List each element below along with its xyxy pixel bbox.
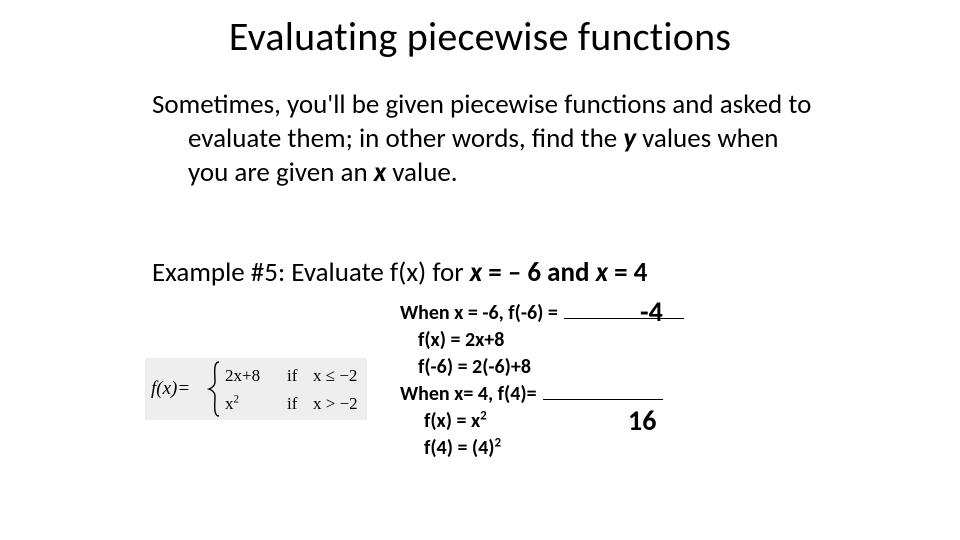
- ex-x1: x: [470, 256, 482, 289]
- brace-icon: [207, 360, 225, 418]
- piece-1: 2x+8 if x ≤ −2: [225, 366, 357, 386]
- intro-x: x: [374, 156, 386, 189]
- work-l6-sup: 2: [495, 435, 502, 450]
- piece-1-cond: x ≤ −2: [313, 366, 357, 386]
- work-line-1: When x = -6, f(-6) =: [400, 300, 830, 327]
- blank-2: [543, 381, 663, 400]
- piece-1-if: if: [287, 366, 303, 386]
- blank-1: [564, 300, 684, 319]
- page-title: Evaluating piecewise functions: [0, 12, 960, 61]
- work-line-4: When x= 4, f(4)=: [400, 381, 830, 408]
- intro-y: y: [623, 122, 636, 155]
- example-line: Example #5: Evaluate f(x) for x = – 6 an…: [152, 256, 852, 289]
- ex-x2: x: [596, 256, 608, 289]
- piece-2-sup: 2: [234, 393, 240, 405]
- intro-paragraph: Sometimes, you'll be given piecewise fun…: [152, 88, 818, 189]
- piece-2-expr: x2: [225, 394, 277, 414]
- func-label: f(x)=: [151, 378, 190, 400]
- slide: Evaluating piecewise functions Sometimes…: [0, 0, 960, 540]
- answer-2: 16: [628, 403, 656, 438]
- ex-eq1b: – 6 and: [508, 256, 596, 289]
- answer-1: -4: [640, 294, 663, 329]
- ex-eq2: = 4: [608, 256, 647, 289]
- work-line-6: f(4) = (4)2: [400, 435, 830, 462]
- piecewise-definition: f(x)= 2x+8 if x ≤ −2 x2 if x > −2: [145, 358, 367, 420]
- work-line-3: f(-6) = 2(-6)+8: [400, 354, 830, 381]
- intro-post: value.: [386, 156, 457, 189]
- ex-eq1a: =: [482, 256, 508, 289]
- piece-2-if: if: [287, 394, 303, 414]
- ex-prefix: Example #5: Evaluate f(x) for: [152, 256, 470, 289]
- work-l1-pre: When x = -6, f(-6) =: [400, 301, 562, 325]
- piece-2-cond: x > −2: [313, 394, 358, 414]
- piece-2-base: x: [225, 394, 234, 413]
- piece-2: x2 if x > −2: [225, 394, 358, 414]
- work-l5-sup: 2: [480, 408, 487, 423]
- work-line-5: f(x) = x2: [400, 408, 830, 435]
- worked-solution: When x = -6, f(-6) = f(x) = 2x+8 f(-6) =…: [400, 300, 830, 462]
- piece-1-expr: 2x+8: [225, 366, 277, 386]
- work-l5-pre: f(x) = x: [424, 409, 480, 433]
- work-line-2: f(x) = 2x+8: [400, 327, 830, 354]
- work-l4-pre: When x= 4, f(4)=: [400, 382, 541, 406]
- work-l6-pre: f(4) = (4): [424, 436, 495, 460]
